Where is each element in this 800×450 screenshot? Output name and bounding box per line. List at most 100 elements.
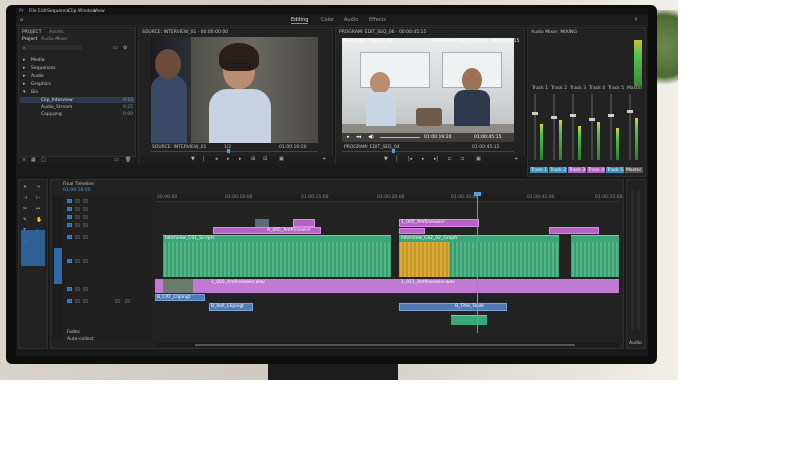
audio-clip[interactable] (163, 235, 391, 277)
bin-media[interactable]: Media (31, 58, 45, 63)
solo-button[interactable] (83, 235, 88, 239)
overlay-scrubber[interactable] (380, 137, 420, 138)
insert-icon[interactable]: ⊞ (251, 157, 255, 162)
mark-in-icon[interactable]: ▼ (384, 157, 388, 162)
trash-icon[interactable]: 🗑 (125, 158, 131, 163)
scrollbar-thumb[interactable] (195, 344, 575, 346)
go-to-out-icon[interactable]: ▸| (434, 157, 438, 162)
menu-file[interactable]: File (29, 9, 37, 14)
step-back-icon[interactable]: ◂◂ (356, 135, 361, 140)
menu-clip[interactable]: Clip (68, 9, 77, 14)
add-icon[interactable]: + (514, 157, 518, 162)
mark-in-icon[interactable]: ▼ (191, 157, 195, 162)
fader-handle[interactable] (570, 114, 576, 117)
assets-tab[interactable]: Assets (49, 30, 64, 35)
track-target[interactable] (67, 199, 72, 203)
ripple-edit-icon[interactable]: ⊣ (23, 196, 27, 201)
source-scrubber[interactable] (151, 151, 318, 152)
eye-icon[interactable] (83, 223, 88, 227)
program-video-frame[interactable] (342, 38, 514, 142)
mark-out-icon[interactable]: | (203, 157, 205, 162)
audio-mixer-subtab[interactable]: Audio Mixer (41, 37, 68, 42)
menu-view[interactable]: View (94, 9, 105, 14)
fader-handle[interactable] (589, 118, 595, 121)
play-icon[interactable]: ▸ (347, 135, 350, 140)
mute-button[interactable] (75, 259, 80, 263)
eye-icon[interactable] (83, 199, 88, 203)
source-video-frame[interactable] (151, 37, 318, 143)
volume-icon[interactable]: ◀) (368, 135, 374, 140)
camera-icon[interactable]: ▣ (279, 157, 284, 162)
menu-sequence[interactable]: Sequence (47, 9, 69, 14)
track-target[interactable] (67, 235, 72, 239)
time-ruler[interactable]: 00:00:00 01:00:10:00 01:00:15:00 01:00:2… (155, 194, 622, 202)
broll-clip[interactable] (399, 303, 507, 311)
timeline-tab[interactable]: Final Timeline (63, 182, 94, 187)
camera-icon[interactable]: ▣ (476, 157, 481, 162)
settings-icon[interactable]: ⚙ (123, 46, 127, 51)
icon-view-icon[interactable]: ▦ (31, 158, 36, 163)
play-icon[interactable]: ▸ (422, 157, 425, 162)
tab-effects[interactable]: Effects (369, 17, 386, 23)
fader-handle[interactable] (627, 110, 633, 113)
add-icon[interactable]: + (322, 157, 326, 162)
pen-icon[interactable]: ✎ (23, 218, 27, 223)
track-target[interactable] (67, 259, 72, 263)
eye-icon[interactable] (83, 207, 88, 211)
selected-file-row[interactable] (20, 97, 135, 103)
bin-graphics[interactable]: Graphics (31, 82, 51, 87)
fader-handle[interactable] (608, 114, 614, 117)
lock-icon[interactable] (75, 223, 80, 227)
video-clip[interactable] (399, 228, 425, 234)
fader-handle[interactable] (532, 112, 538, 115)
eye-icon[interactable] (83, 215, 88, 219)
mark-out-icon[interactable]: | (396, 157, 398, 162)
extract-icon[interactable]: ⊐ (460, 157, 464, 162)
playhead-line[interactable] (477, 193, 478, 333)
hand-icon[interactable]: ✋ (36, 218, 42, 223)
new-bin-icon[interactable]: ▭ (114, 158, 119, 163)
step-forward-icon[interactable]: ▸ (239, 157, 242, 162)
menu-edit[interactable]: Edit (38, 9, 47, 14)
audio-clip[interactable] (451, 315, 487, 325)
track-target[interactable] (67, 287, 72, 291)
track-target[interactable] (67, 299, 72, 303)
file-name[interactable]: Clip_Interview (41, 98, 73, 103)
audio-clip[interactable] (571, 235, 619, 277)
solo-button[interactable] (83, 259, 88, 263)
program-scrubber[interactable] (342, 151, 514, 152)
project-tab[interactable]: PROJECT (22, 30, 41, 35)
video-clip[interactable] (293, 219, 315, 227)
bin-bin[interactable]: Bin (31, 90, 38, 95)
timeline-scrollbar[interactable] (155, 343, 619, 347)
fader-handle[interactable] (551, 116, 557, 119)
bin-audio[interactable]: Audio (31, 74, 44, 79)
mic-icon[interactable] (115, 299, 120, 303)
file-name[interactable]: Audio_Stream (41, 105, 72, 110)
source-patch[interactable] (54, 248, 62, 284)
lift-icon[interactable]: ⊏ (448, 157, 452, 162)
track-targets[interactable] (21, 230, 45, 266)
track-target[interactable] (67, 223, 72, 227)
track-target[interactable] (67, 215, 72, 219)
tab-color[interactable]: Color (321, 17, 334, 23)
bin-sequences[interactable]: Sequences (31, 66, 56, 71)
track-select-icon[interactable]: ⇥ (36, 185, 40, 190)
lock-icon[interactable] (75, 199, 80, 203)
video-clip[interactable] (549, 227, 599, 234)
go-to-in-icon[interactable]: |◂ (408, 157, 412, 162)
play-icon[interactable]: ▸ (227, 157, 230, 162)
mute-button[interactable] (75, 299, 80, 303)
step-back-icon[interactable]: ◂ (215, 157, 218, 162)
list-view-icon[interactable]: ≡ (22, 158, 26, 163)
file-name[interactable]: Copy.png (41, 112, 62, 117)
selection-tool-icon[interactable]: ➤ (23, 185, 27, 190)
rolling-edit-icon[interactable]: ⊢ (36, 196, 40, 201)
slip-icon[interactable]: ↔ (36, 207, 40, 212)
lock-icon[interactable] (75, 207, 80, 211)
freeform-view-icon[interactable]: ▢ (41, 158, 46, 163)
lock-icon[interactable] (75, 215, 80, 219)
track-target[interactable] (67, 207, 72, 211)
program-playhead[interactable] (392, 149, 395, 153)
project-search-input[interactable] (22, 45, 82, 50)
